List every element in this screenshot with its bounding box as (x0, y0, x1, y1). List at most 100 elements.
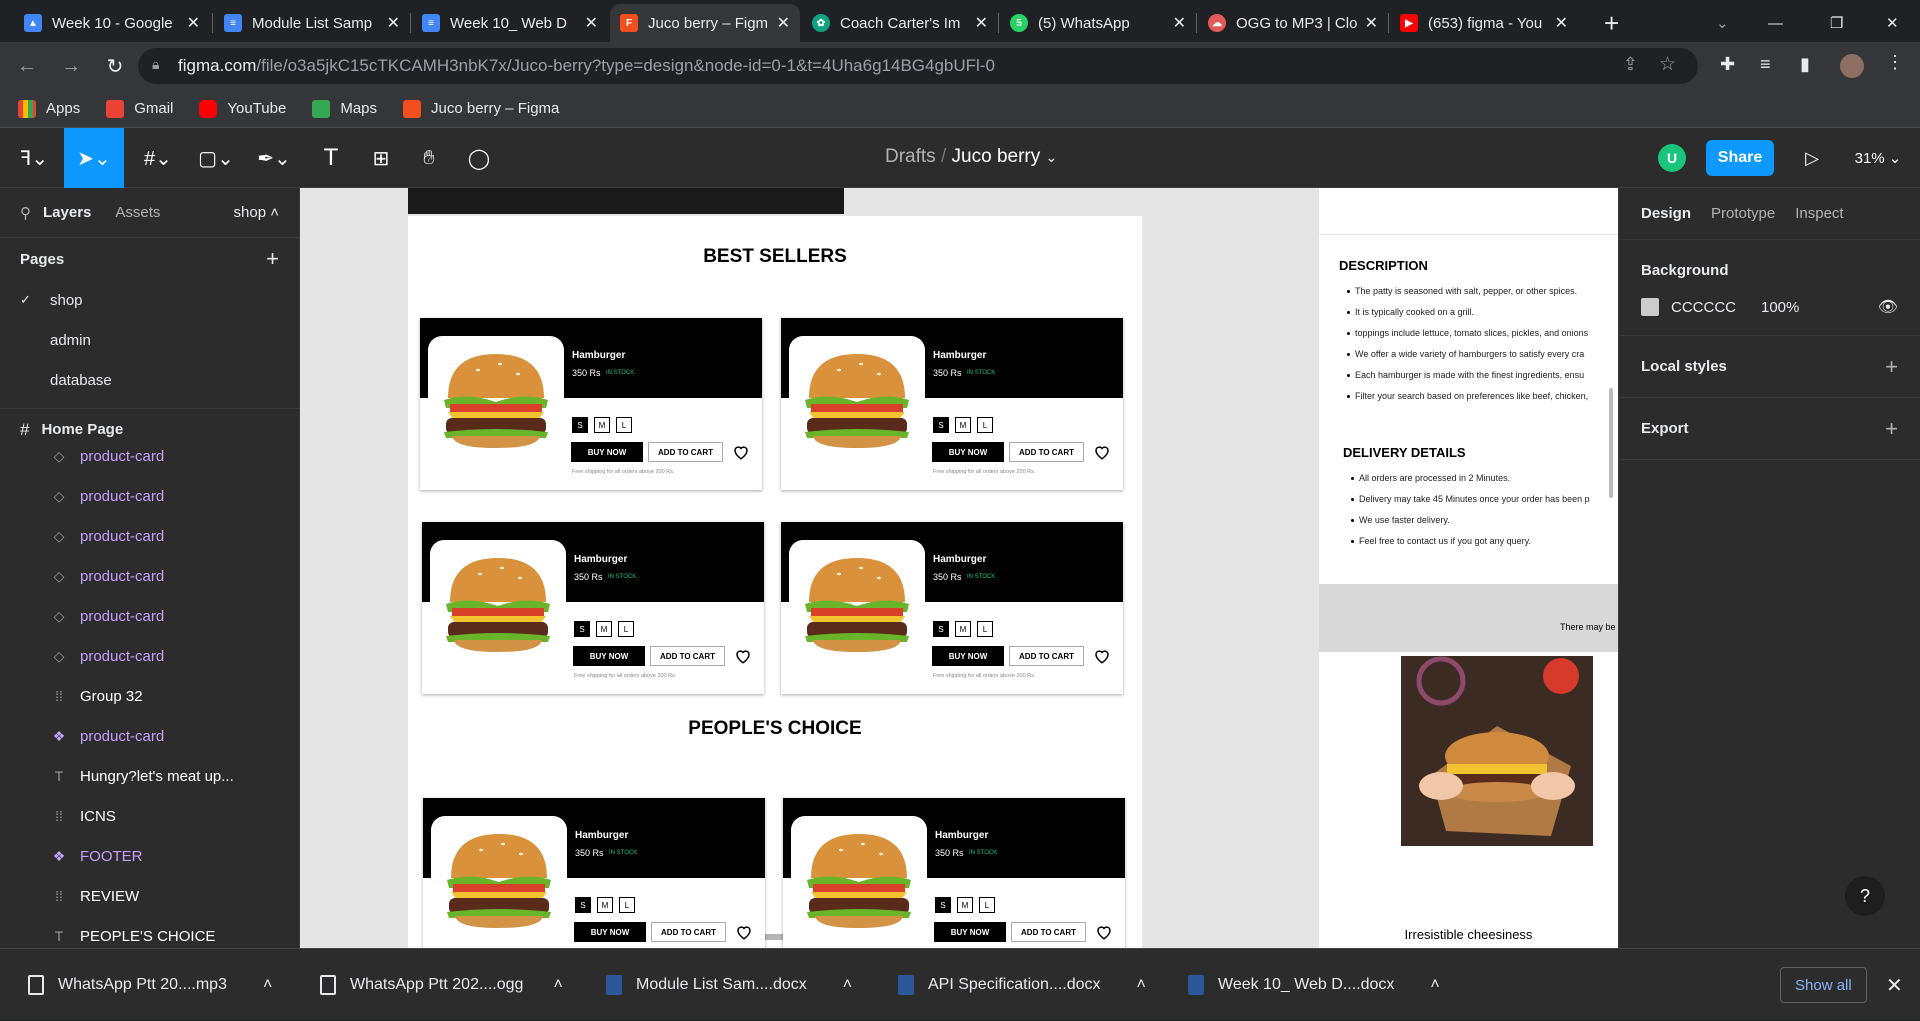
share-button[interactable]: Share (1706, 140, 1774, 176)
tab-assets[interactable]: Assets (115, 204, 160, 221)
share-page-icon[interactable]: ⇪ (1623, 54, 1638, 75)
tab-youtube-figma[interactable]: ▶ (653) figma - You ✕ (1390, 4, 1578, 42)
figma-menu-icon[interactable]: ꟻ⌄ (12, 128, 56, 188)
add-page-icon[interactable]: + (266, 246, 279, 272)
download-item[interactable]: API Specification....docx ˄ (898, 949, 1146, 1021)
product-card[interactable]: Hamburger 350 Rs IN STOCK S M L BUY NOW ADD TO … (781, 318, 1123, 490)
page-item-shop[interactable]: ✓ shop (0, 280, 299, 320)
tab-ogg-to-mp3[interactable]: ☁ OGG to MP3 | Clo ✕ (1198, 4, 1388, 42)
close-tab-icon[interactable]: ✕ (387, 13, 400, 33)
close-tab-icon[interactable]: ✕ (975, 13, 988, 33)
tab-whatsapp[interactable]: 5 (5) WhatsApp ✕ (1000, 4, 1196, 42)
chevron-up-icon[interactable]: ˄ (1137, 976, 1146, 994)
help-button[interactable]: ? (1845, 876, 1885, 916)
layer-item[interactable]: ◇ product-card (0, 436, 299, 476)
size-m-option[interactable]: M (957, 897, 973, 913)
new-tab-button[interactable]: + (1594, 4, 1634, 42)
add-to-cart-button[interactable]: ADD TO CART (1009, 442, 1084, 462)
tab-coach-carter[interactable]: ✿ Coach Carter's Im ✕ (802, 4, 998, 42)
profile-avatar[interactable] (1840, 54, 1864, 78)
bookmark-maps[interactable]: Maps (312, 99, 377, 118)
background-hex-input[interactable]: CCCCCC (1671, 299, 1761, 316)
frame-scrollbar[interactable] (1609, 388, 1613, 498)
size-s-option[interactable]: S (935, 897, 951, 913)
bookmark-youtube[interactable]: YouTube (199, 99, 286, 118)
eye-visibility-icon[interactable]: 👁︎ (1878, 297, 1898, 317)
size-l-option[interactable]: L (619, 897, 635, 913)
search-icon[interactable]: ⚲ (20, 204, 31, 222)
bookmark-juco-berry-figma[interactable]: Juco berry – Figma (403, 99, 559, 118)
buy-now-button[interactable]: BUY NOW (932, 442, 1004, 462)
frame-tool-icon[interactable]: #⌄ (134, 128, 182, 188)
forward-arrow-icon[interactable]: → (54, 55, 88, 78)
layer-item[interactable]: ◇ product-card (0, 596, 299, 636)
back-arrow-icon[interactable]: ← (10, 55, 44, 78)
page-selector[interactable]: shop ˄ (234, 204, 279, 221)
product-card[interactable]: Hamburger 350 Rs IN STOCK S M L BUY NOW ADD TO … (781, 522, 1123, 694)
size-s-option[interactable]: S (574, 621, 590, 637)
add-to-cart-button[interactable]: ADD TO CART (651, 922, 726, 942)
comment-tool-icon[interactable]: ◯ (462, 128, 496, 188)
show-all-downloads-button[interactable]: Show all (1780, 967, 1867, 1003)
bookmark-star-icon[interactable]: ☆ (1659, 53, 1676, 76)
buy-now-button[interactable]: BUY NOW (934, 922, 1006, 942)
add-to-cart-button[interactable]: ADD TO CART (1011, 922, 1086, 942)
close-downloads-icon[interactable]: ✕ (1886, 949, 1903, 1021)
shape-tool-icon[interactable]: ▢⌄ (192, 128, 240, 188)
add-to-cart-button[interactable]: ADD TO CART (648, 442, 723, 462)
download-item[interactable]: Week 10_ Web D....docx ˄ (1188, 949, 1440, 1021)
breadcrumb[interactable]: Drafts / Juco berry ⌄ (885, 146, 1057, 168)
size-s-option[interactable]: S (933, 621, 949, 637)
tab-week10-web[interactable]: ≡ Week 10_ Web D ✕ (412, 4, 608, 42)
product-card[interactable]: Hamburger 350 Rs IN STOCK S M L BUY NOW ADD TO … (420, 318, 762, 490)
size-m-option[interactable]: M (594, 417, 610, 433)
reload-icon[interactable]: ↻ (98, 54, 132, 79)
buy-now-button[interactable]: BUY NOW (932, 646, 1004, 666)
layer-item[interactable]: T PEOPLE'S CHOICE (0, 916, 299, 948)
close-tab-icon[interactable]: ✕ (187, 13, 200, 33)
heart-icon[interactable] (735, 923, 753, 941)
buy-now-button[interactable]: BUY NOW (571, 442, 643, 462)
layer-item[interactable]: ❖ product-card (0, 716, 299, 756)
pen-tool-icon[interactable]: ✒⌄ (250, 128, 298, 188)
buy-now-button[interactable]: BUY NOW (574, 922, 646, 942)
add-to-cart-button[interactable]: ADD TO CART (650, 646, 725, 666)
size-s-option[interactable]: S (572, 417, 588, 433)
chevron-up-icon[interactable]: ˄ (553, 976, 562, 994)
add-export-icon[interactable]: + (1885, 416, 1898, 442)
tab-search-chevron-icon[interactable]: ⌄ (1706, 4, 1736, 42)
size-l-option[interactable]: L (977, 417, 993, 433)
hand-tool-icon[interactable]: ✋︎ (412, 128, 446, 188)
add-to-cart-button[interactable]: ADD TO CART (1009, 646, 1084, 666)
restore-icon[interactable]: ❐ (1820, 4, 1850, 42)
chevron-up-icon[interactable]: ˄ (263, 976, 272, 994)
product-card[interactable]: Hamburger 350 Rs IN STOCK S M L BUY NOW ADD TO … (783, 798, 1125, 948)
size-l-option[interactable]: L (616, 417, 632, 433)
layer-item[interactable]: ⁞⁞ Group 32 (0, 676, 299, 716)
download-item[interactable]: WhatsApp Ptt 202....ogg ˄ (320, 949, 563, 1021)
close-tab-icon[interactable]: ✕ (1555, 13, 1568, 33)
download-item[interactable]: Module List Sam....docx ˄ (606, 949, 852, 1021)
layer-item[interactable]: ⁞⁞ REVIEW (0, 876, 299, 916)
more-menu-icon[interactable]: ⋮ (1886, 52, 1904, 73)
chevron-up-icon[interactable]: ˄ (843, 976, 852, 994)
tab-module-list[interactable]: ≡ Module List Samp ✕ (214, 4, 410, 42)
zoom-dropdown[interactable]: 31% ⌄ (1848, 128, 1908, 188)
bookmark-apps[interactable]: Apps (18, 99, 80, 118)
tab-layers[interactable]: Layers (43, 204, 91, 221)
size-m-option[interactable]: M (597, 897, 613, 913)
extensions-puzzle-icon[interactable]: ✚ (1720, 54, 1735, 75)
size-s-option[interactable]: S (933, 417, 949, 433)
layer-item[interactable]: T Hungry?let's meat up... (0, 756, 299, 796)
layer-item[interactable]: ◇ product-card (0, 476, 299, 516)
review-card[interactable]: Irresistible cheesiness (1319, 652, 1618, 948)
layer-item[interactable]: ⁞⁞ ICNS (0, 796, 299, 836)
layer-item[interactable]: ◇ product-card (0, 516, 299, 556)
side-panel-icon[interactable]: ▮ (1800, 54, 1810, 75)
tab-inspect[interactable]: Inspect (1795, 205, 1843, 222)
background-swatch[interactable] (1641, 298, 1659, 316)
close-tab-icon[interactable]: ✕ (777, 13, 790, 33)
size-l-option[interactable]: L (618, 621, 634, 637)
size-l-option[interactable]: L (977, 621, 993, 637)
chevron-up-icon[interactable]: ˄ (1430, 976, 1439, 994)
